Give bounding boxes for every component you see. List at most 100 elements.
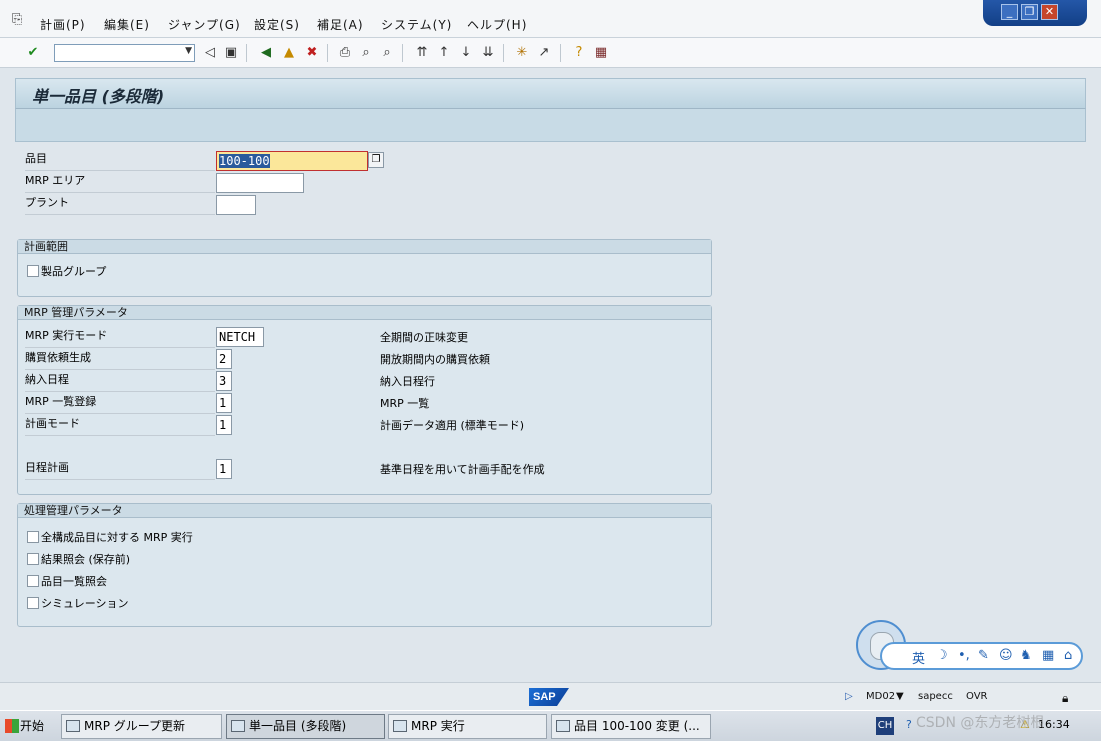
purchase-req-desc: 開放期間内の購買依頼 xyxy=(380,353,490,366)
menu-bar: ⎘ 計画(P) 編集(E) ジャンプ(G) 設定(S) 補足(A) システム(Y… xyxy=(0,0,1101,38)
window-icon xyxy=(393,720,407,732)
simulation-checkbox[interactable] xyxy=(27,597,39,609)
product-group-checkbox[interactable] xyxy=(27,265,39,277)
all-components-checkbox[interactable] xyxy=(27,531,39,543)
close-button[interactable]: ✕ xyxy=(1041,4,1058,20)
cancel-icon[interactable]: ✖ xyxy=(303,44,321,62)
task-mrp-group-update[interactable]: MRP グループ更新 xyxy=(61,714,222,739)
chevron-down-icon[interactable]: ▼ xyxy=(896,691,904,702)
wrench-icon[interactable]: ✎ xyxy=(978,648,989,663)
find-icon[interactable]: ⌕ xyxy=(357,44,375,62)
material-label: 品目 xyxy=(25,150,215,171)
plant-input[interactable] xyxy=(216,195,256,215)
display-material-list-checkbox[interactable] xyxy=(27,575,39,587)
plant-label: プラント xyxy=(25,194,215,215)
history-back-icon[interactable]: ◁ xyxy=(201,44,219,62)
toolbar-separator xyxy=(402,44,403,62)
menu-plan[interactable]: 計画(P) xyxy=(40,16,86,33)
mrp-list-desc: MRP 一覧 xyxy=(380,397,430,410)
group-title: 処理管理パラメータ xyxy=(18,504,711,518)
planning-mode-input[interactable]: 1 xyxy=(216,415,232,435)
lock-icon[interactable]: ⌂ xyxy=(1064,648,1072,663)
processing-key-label: MRP 実行モード xyxy=(25,327,215,348)
windows-flag-icon xyxy=(5,719,19,733)
server-name: sapecc xyxy=(918,691,953,702)
mrp-area-label: MRP エリア xyxy=(25,172,215,193)
start-button[interactable]: 开始 xyxy=(2,714,50,738)
scheduling-desc: 基準日程を用いて計画手配を作成 xyxy=(380,463,545,476)
back-icon[interactable]: ◀ xyxy=(257,44,275,62)
group-title: 計画範囲 xyxy=(18,240,711,254)
security-lock-icon: 🔒︎ xyxy=(1062,691,1069,705)
find-next-icon[interactable]: ⌕ xyxy=(378,44,396,62)
mrp-list-input[interactable]: 1 xyxy=(216,393,232,413)
minimize-button[interactable]: _ xyxy=(1001,4,1018,20)
chevron-down-icon[interactable]: ▼ xyxy=(185,46,192,56)
group-title: MRP 管理パラメータ xyxy=(18,306,711,320)
purchase-req-label: 購買依頼生成 xyxy=(25,349,215,370)
task-material-change[interactable]: 品目 100-100 変更 (... xyxy=(551,714,711,739)
ime-lang-toggle[interactable]: 英 xyxy=(912,648,925,667)
new-session-icon[interactable]: ✳ xyxy=(513,44,531,62)
previous-page-icon[interactable]: ↑ xyxy=(435,44,453,62)
skin-icon[interactable]: ♞ xyxy=(1020,648,1032,663)
menu-system[interactable]: システム(Y) xyxy=(381,16,452,33)
emoji-icon[interactable]: ☺ xyxy=(999,648,1013,663)
help-icon[interactable]: ? xyxy=(570,44,588,62)
processing-key-input[interactable]: NETCH xyxy=(216,327,264,347)
schedule-lines-desc: 納入日程行 xyxy=(380,375,435,388)
planning-mode-label: 計画モード xyxy=(25,415,215,436)
purchase-req-input[interactable]: 2 xyxy=(216,349,232,369)
toolbar-separator xyxy=(503,44,504,62)
planning-mode-desc: 計画データ適用 (標準モード) xyxy=(380,419,525,432)
moon-icon[interactable]: ☽ xyxy=(936,648,948,663)
menu-edit[interactable]: 編集(E) xyxy=(104,16,150,33)
sap-logo: SAP xyxy=(529,688,569,706)
toolbar-separator xyxy=(327,44,328,62)
layout-menu-icon[interactable]: ▦ xyxy=(592,44,610,62)
mrp-area-input[interactable] xyxy=(216,173,304,193)
shortcut-icon[interactable]: ↗ xyxy=(535,44,553,62)
standard-toolbar: ✔ ▼ ◁ ▣ ◀ ▲ ✖ ⎙ ⌕ ⌕ ⇈ ↑ ↓ ⇊ ✳ ↗ ? ▦ xyxy=(0,38,1101,68)
toolbar-separator xyxy=(246,44,247,62)
help-icon[interactable]: ? xyxy=(906,718,912,731)
page-title: 単一品目 (多段階) xyxy=(32,87,165,106)
input-language-indicator[interactable]: CH xyxy=(876,717,894,735)
title-bar: 単一品目 (多段階) xyxy=(15,78,1086,108)
start-label: 开始 xyxy=(20,719,45,733)
enter-icon[interactable]: ✔ xyxy=(24,44,42,62)
system-menu-icon[interactable]: ⎘ xyxy=(12,12,22,27)
task-single-item-multilevel[interactable]: 単一品目 (多段階) xyxy=(226,714,385,739)
grid-icon[interactable]: ▦ xyxy=(1042,648,1054,663)
task-label: 品目 100-100 変更 (... xyxy=(574,719,700,733)
command-field[interactable]: ▼ xyxy=(54,44,195,62)
toolbar-separator xyxy=(560,44,561,62)
material-input[interactable]: 100-100 xyxy=(216,151,368,171)
ime-toolbar: 英 ☽ •, ✎ ☺ ♞ ▦ ⌂ xyxy=(880,642,1083,670)
window-icon xyxy=(231,720,245,732)
material-search-help-button[interactable]: ❐ xyxy=(368,152,384,168)
schedule-lines-input[interactable]: 3 xyxy=(216,371,232,391)
menu-jump[interactable]: ジャンプ(G) xyxy=(168,16,241,33)
first-page-icon[interactable]: ⇈ xyxy=(413,44,431,62)
display-results-label: 結果照会 (保存前) xyxy=(41,553,131,566)
next-page-icon[interactable]: ↓ xyxy=(457,44,475,62)
all-components-label: 全構成品目に対する MRP 実行 xyxy=(41,531,193,544)
task-label: 単一品目 (多段階) xyxy=(249,719,347,733)
product-group-label: 製品グループ xyxy=(41,265,107,278)
display-results-checkbox[interactable] xyxy=(27,553,39,565)
insert-mode[interactable]: OVR xyxy=(966,691,987,702)
task-mrp-run[interactable]: MRP 実行 xyxy=(388,714,547,739)
punctuation-icon[interactable]: •, xyxy=(958,648,970,663)
menu-help[interactable]: ヘルプ(H) xyxy=(467,16,527,33)
save-icon[interactable]: ▣ xyxy=(222,44,240,62)
menu-settings[interactable]: 設定(S) xyxy=(254,16,300,33)
menu-extras[interactable]: 補足(A) xyxy=(317,16,364,33)
restore-button[interactable]: ❐ xyxy=(1021,4,1038,20)
exit-icon[interactable]: ▲ xyxy=(280,44,298,62)
last-page-icon[interactable]: ⇊ xyxy=(479,44,497,62)
status-toggle-icon[interactable]: ▷ xyxy=(845,691,853,702)
print-icon[interactable]: ⎙ xyxy=(336,44,354,62)
window-icon xyxy=(556,720,570,732)
scheduling-input[interactable]: 1 xyxy=(216,459,232,479)
